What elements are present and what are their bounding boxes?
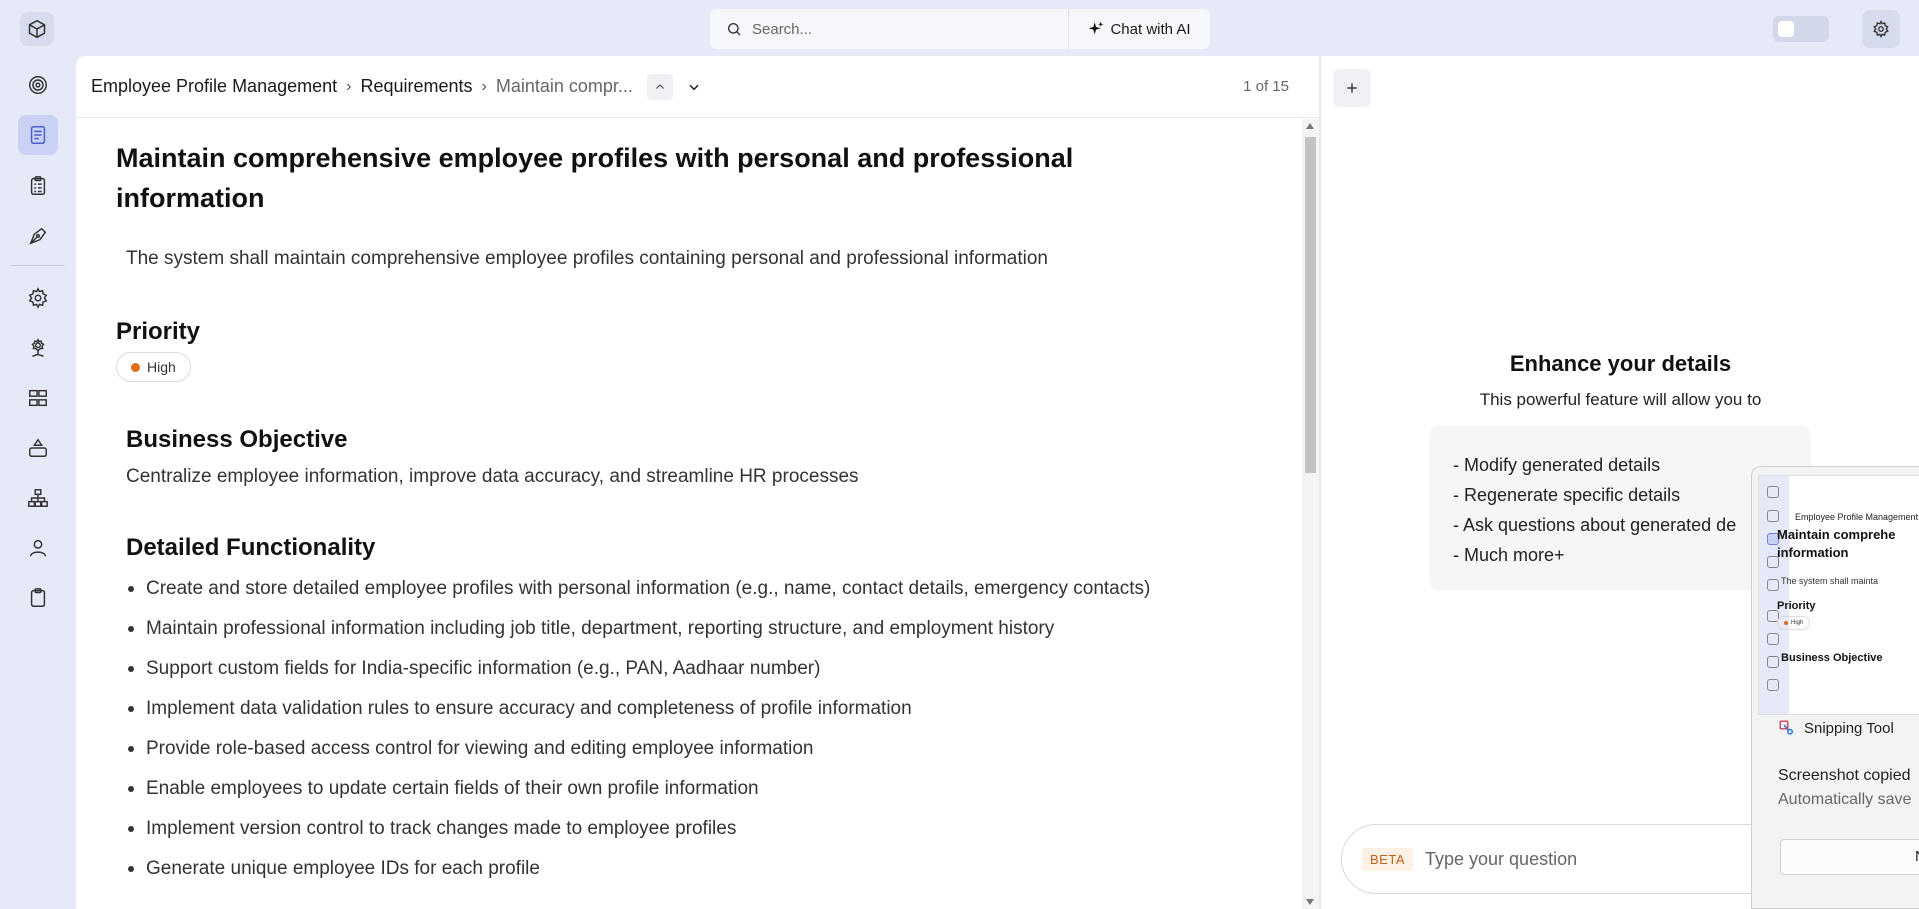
beta-badge: BETA <box>1362 847 1413 871</box>
list-item: Provide role-based access control for vi… <box>126 734 1246 764</box>
scroll-thumb[interactable] <box>1305 137 1316 473</box>
gear-network-icon <box>31 338 45 357</box>
screenshot-thumbnail[interactable]: Employee Profile Management Maintain com… <box>1758 475 1919 715</box>
priority-dot-icon <box>131 362 140 372</box>
sidebar-divider <box>10 265 65 266</box>
chat-with-ai-button[interactable]: Chat with AI <box>1068 9 1210 49</box>
user-icon <box>29 539 47 557</box>
scroll-down-icon[interactable] <box>1306 899 1314 905</box>
scissors-icon <box>1779 720 1793 735</box>
search-bar: Chat with AI <box>710 9 1210 49</box>
business-objective-heading: Business Objective <box>126 426 348 453</box>
snipping-tool-notification[interactable]: Employee Profile Management Maintain com… <box>1751 466 1919 909</box>
snipping-message: Screenshot copied <box>1778 767 1911 784</box>
enhance-subtitle: This powerful feature will allow you to <box>1479 390 1762 409</box>
sidebar <box>0 56 75 909</box>
cube-icon <box>1767 486 1779 498</box>
gear-icon <box>28 287 48 309</box>
shapes-icon <box>1767 679 1779 691</box>
sidebar-item-tasks[interactable] <box>18 166 58 206</box>
sidebar-item-settings[interactable] <box>18 278 58 318</box>
chevron-right-icon: › <box>481 77 487 95</box>
requirement-title: Maintain comprehensive employee profiles… <box>116 143 1074 213</box>
chevron-down-icon <box>689 84 699 90</box>
thumbnail-badge-label: High <box>1791 620 1804 626</box>
breadcrumb-project[interactable]: Employee Profile Management <box>91 76 337 97</box>
sidebar-item-hierarchy[interactable] <box>18 478 58 518</box>
next-item-button[interactable] <box>681 74 707 100</box>
page-counter: 1 of 15 <box>1243 78 1289 95</box>
thumbnail-sidebar <box>1759 476 1789 714</box>
priority-value: High <box>147 359 176 375</box>
thumbnail-breadcrumb: Employee Profile Management <box>1795 512 1919 522</box>
list-item: Generate unique employee IDs for each pr… <box>126 854 1246 884</box>
thumbnail-badge: High <box>1777 616 1811 630</box>
sidebar-item-shapes[interactable] <box>18 428 58 468</box>
sparkle-icon <box>1089 21 1104 35</box>
thumbnail-description: The system shall mainta <box>1781 576 1879 586</box>
chat-with-ai-label: Chat with AI <box>1110 20 1191 38</box>
gear-icon <box>1873 20 1889 38</box>
hierarchy-icon <box>28 489 48 507</box>
breadcrumb-section[interactable]: Requirements <box>360 76 472 97</box>
target-icon <box>29 76 47 94</box>
breadcrumb: Employee Profile Management › Requiremen… <box>76 56 1319 118</box>
list-item: Enable employees to update certain field… <box>126 774 1246 804</box>
thumbnail-objective: Business Objective <box>1781 652 1883 664</box>
thumbnail-title-line: information <box>1777 545 1849 560</box>
priority-badge[interactable]: High <box>116 352 191 382</box>
chevron-right-icon: › <box>346 77 352 95</box>
sidebar-item-modules[interactable] <box>18 378 58 418</box>
gear-network-icon <box>1767 633 1779 645</box>
enhance-title: Enhance your details <box>1509 351 1732 376</box>
snipping-action-button[interactable]: N <box>1780 839 1919 875</box>
theme-toggle[interactable] <box>1773 16 1829 42</box>
functionality-list: Create and store detailed employee profi… <box>126 574 1246 894</box>
breadcrumb-current: Maintain compr... <box>495 76 633 96</box>
sidebar-item-integrations[interactable] <box>18 328 58 368</box>
list-item: Create and store detailed employee profi… <box>126 574 1246 604</box>
app-logo-icon[interactable] <box>20 12 54 46</box>
plus-icon <box>1347 83 1357 93</box>
grid-icon <box>1767 656 1779 668</box>
snipping-tool-name: Snipping Tool <box>1804 719 1894 737</box>
main-panel: Employee Profile Management › Requiremen… <box>76 56 1319 909</box>
snipping-tool-header: Snipping Tool <box>1778 719 1894 737</box>
document-scrollbar[interactable] <box>1302 119 1319 909</box>
sidebar-item-clipboard[interactable] <box>18 578 58 618</box>
list-item: Implement data validation rules to ensur… <box>126 694 1246 724</box>
clipboard-list-icon <box>30 176 46 195</box>
chevron-up-icon <box>655 83 664 89</box>
sidebar-item-users[interactable] <box>18 528 58 568</box>
clipboard-icon <box>30 588 46 607</box>
question-input[interactable] <box>1425 848 1725 870</box>
requirement-description: The system shall maintain comprehensive … <box>126 248 1048 269</box>
add-button[interactable] <box>1333 69 1371 107</box>
thumbnail-title: Maintain comprehe information <box>1777 526 1895 562</box>
search-input[interactable] <box>752 20 1052 38</box>
top-bar: Chat with AI <box>0 0 1919 56</box>
list-item: Support custom fields for India-specific… <box>126 654 1246 684</box>
list-item: Maintain professional information includ… <box>126 614 1246 644</box>
shapes-icon <box>29 438 47 457</box>
target-icon <box>1767 510 1779 522</box>
document-icon <box>30 126 46 144</box>
sidebar-item-goals[interactable] <box>18 65 58 105</box>
previous-item-button[interactable] <box>646 73 673 100</box>
search-icon <box>728 23 741 36</box>
snipping-submessage: Automatically save <box>1778 791 1912 808</box>
grid-icon <box>29 389 47 407</box>
detailed-functionality-heading: Detailed Functionality <box>126 534 376 561</box>
thumbnail-priority: Priority <box>1777 600 1816 612</box>
list-item: Implement version control to track chang… <box>126 814 1246 844</box>
sidebar-item-requirements[interactable] <box>18 115 58 155</box>
thumbnail-title-line: Maintain comprehe <box>1777 527 1896 542</box>
sidebar-item-design[interactable] <box>18 216 58 256</box>
pen-tool-icon <box>1767 579 1779 591</box>
priority-heading: Priority <box>116 318 201 345</box>
pen-tool-icon <box>29 227 47 245</box>
scroll-up-icon[interactable] <box>1306 123 1314 129</box>
business-objective-text: Centralize employee information, improve… <box>126 466 859 487</box>
settings-button[interactable] <box>1862 10 1900 48</box>
